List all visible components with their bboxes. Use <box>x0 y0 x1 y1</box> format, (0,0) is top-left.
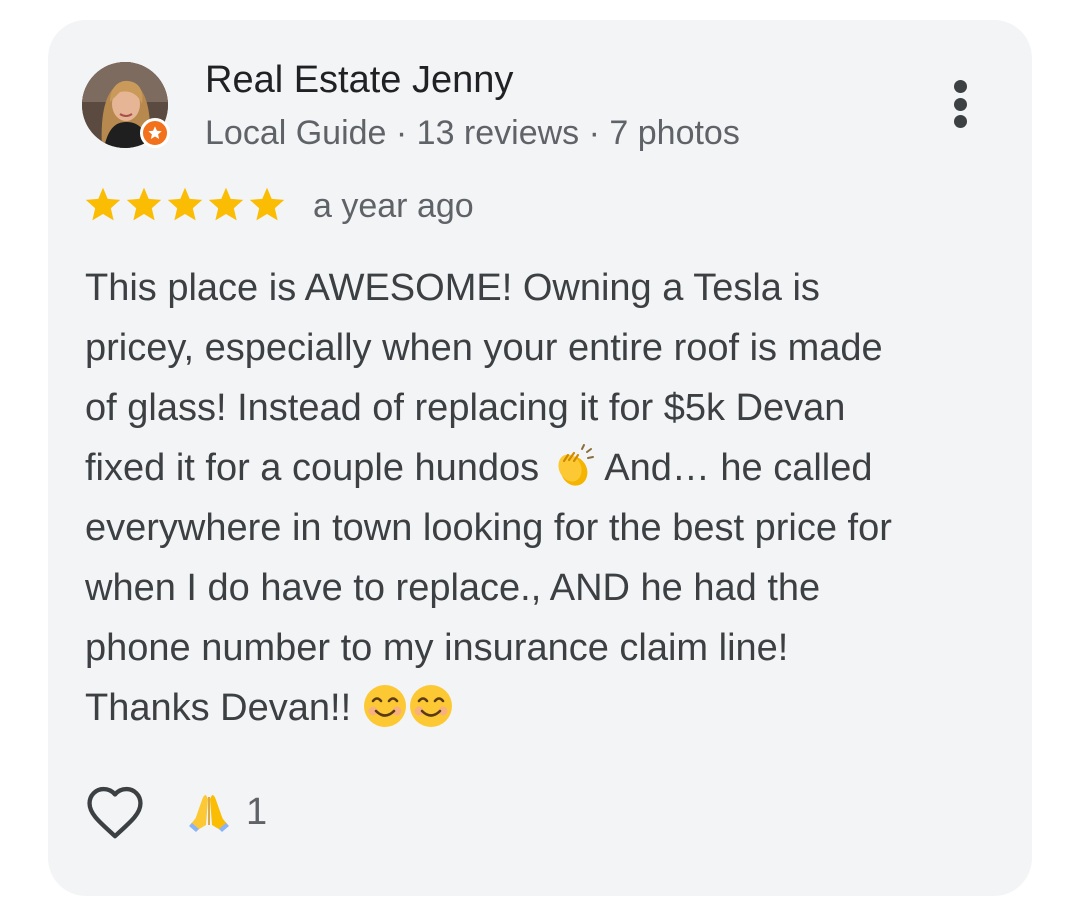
review-line: phone number to my insurance claim line! <box>85 627 789 669</box>
star-icon <box>249 187 285 221</box>
clapping-hands-emoji <box>558 443 594 486</box>
folded-hands-emoji <box>189 795 229 832</box>
smiling-face-emoji <box>409 684 452 727</box>
more-vert-icon-dot <box>953 97 967 111</box>
review-line: when I do have to replace., AND he had t… <box>85 567 821 609</box>
review-line-part: fixed it for a couple hundos <box>85 447 540 489</box>
more-options-button[interactable] <box>936 74 984 134</box>
like-button[interactable] <box>84 782 146 842</box>
star-icon <box>85 187 121 221</box>
review-text: This place is AWESOME! Owning a Tesla is… <box>85 258 1005 738</box>
more-vert-icon <box>953 80 967 93</box>
author-name[interactable]: Real Estate Jenny <box>205 56 513 104</box>
review-line: pricey, especially when your entire roof… <box>85 327 883 369</box>
star-icon <box>208 187 244 221</box>
review-line: of glass! Instead of replacing it for $5… <box>85 387 846 429</box>
author-avatar[interactable] <box>82 62 170 150</box>
more-vert-icon-dot <box>953 115 967 128</box>
smiling-face-emoji <box>363 684 406 727</box>
review-line-with-emoji: fixed it for a couple hundos And… he cal… <box>85 438 1005 498</box>
review-line-part: Thanks Devan!! <box>85 687 352 729</box>
review-actions: 1 <box>84 782 267 842</box>
review-line-with-emoji: Thanks Devan!! <box>85 678 1005 738</box>
reaction-count: 1 <box>246 791 268 833</box>
author-meta: Local Guide · 13 reviews · 7 photos <box>205 114 740 152</box>
local-guide-star-icon <box>140 118 170 148</box>
heart-outline-icon <box>87 786 143 839</box>
review-line: This place is AWESOME! Owning a Tesla is <box>85 267 820 309</box>
reaction-button[interactable]: 1 <box>186 790 267 834</box>
star-rating <box>84 186 286 222</box>
star-icon <box>126 187 162 221</box>
review-line-part: And… he called <box>604 447 873 489</box>
review-date: a year ago <box>313 187 474 225</box>
star-icon <box>167 187 203 221</box>
review-line: everywhere in town looking for the best … <box>85 507 892 549</box>
